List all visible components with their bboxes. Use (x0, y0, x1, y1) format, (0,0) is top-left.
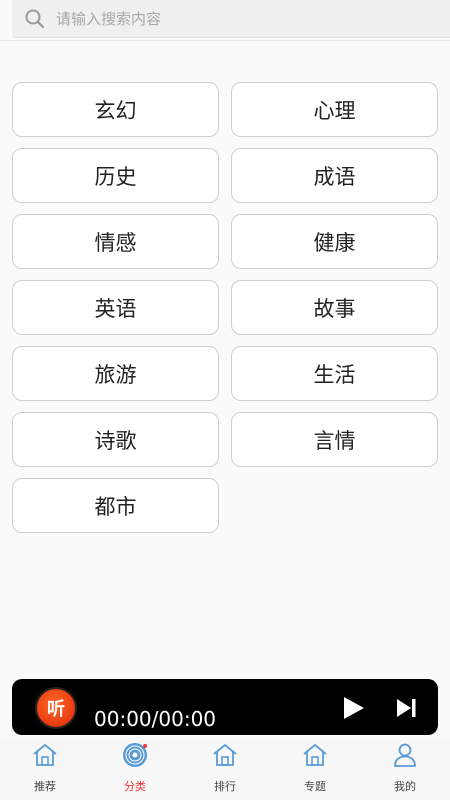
home-icon (33, 744, 57, 766)
category-item[interactable]: 都市 (12, 478, 219, 533)
tab-label: 专题 (304, 780, 326, 793)
category-item[interactable]: 故事 (231, 280, 438, 335)
category-item[interactable]: 言情 (231, 412, 438, 467)
search-bar[interactable]: 请输入搜索内容 (12, 0, 450, 38)
header-divider (0, 40, 450, 41)
tab-category[interactable]: 分类 (90, 737, 180, 800)
tab-ranking[interactable]: 排行 (180, 737, 270, 800)
category-grid: 玄幻 心理 历史 成语 情感 健康 英语 故事 旅游 生活 诗歌 言情 都市 (12, 82, 438, 533)
category-item[interactable]: 生活 (231, 346, 438, 401)
search-icon (25, 9, 45, 28)
category-item[interactable]: 历史 (12, 148, 219, 203)
home-icon (303, 744, 327, 766)
tab-recommend[interactable]: 推荐 (0, 737, 90, 800)
tab-label: 推荐 (34, 780, 56, 793)
category-item[interactable]: 心理 (231, 82, 438, 137)
app-logo: 听 (35, 687, 77, 729)
category-item[interactable]: 英语 (12, 280, 219, 335)
category-item[interactable]: 玄幻 (12, 82, 219, 137)
tab-label: 分类 (124, 780, 146, 793)
tab-label: 排行 (214, 780, 236, 793)
category-item[interactable]: 诗歌 (12, 412, 219, 467)
user-icon (394, 743, 416, 767)
category-item[interactable]: 健康 (231, 214, 438, 269)
tab-topics[interactable]: 专题 (270, 737, 360, 800)
bottom-tab-bar: 推荐 分类 排行 专题 我的 (0, 737, 450, 800)
category-disc-icon (123, 743, 147, 767)
home-icon (213, 744, 237, 766)
category-item[interactable]: 旅游 (12, 346, 219, 401)
category-item[interactable]: 成语 (231, 148, 438, 203)
category-item[interactable]: 情感 (12, 214, 219, 269)
tab-label: 我的 (394, 780, 416, 793)
play-icon[interactable] (338, 693, 368, 723)
skip-next-icon[interactable] (392, 694, 420, 722)
mini-player[interactable]: 听 00:00/00:00 (12, 679, 438, 735)
search-placeholder: 请输入搜索内容 (56, 10, 162, 28)
tab-mine[interactable]: 我的 (360, 737, 450, 800)
playback-time: 00:00/00:00 (94, 707, 217, 731)
